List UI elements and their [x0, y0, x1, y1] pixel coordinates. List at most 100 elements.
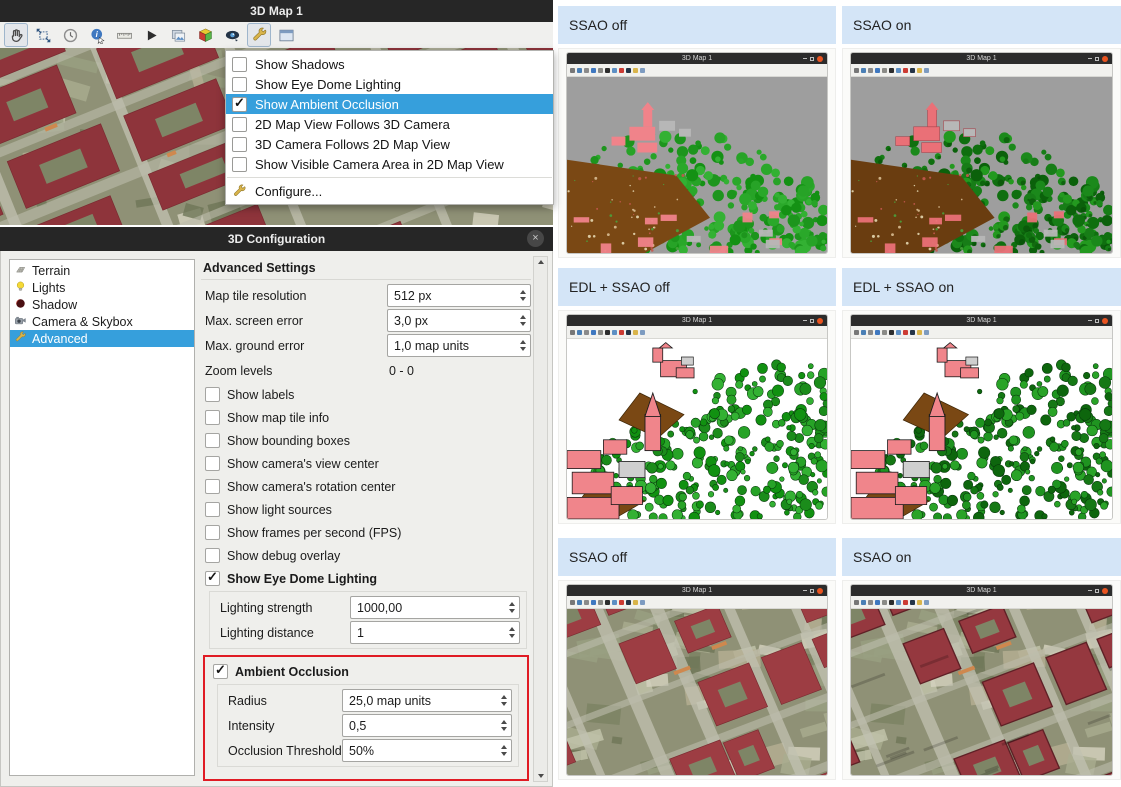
ao-field-0-spinbox[interactable]: 25,0 map units: [342, 689, 512, 712]
ao-field-1-label: Intensity: [228, 719, 342, 733]
save-image-icon[interactable]: [166, 23, 190, 47]
ambient-occlusion-check-checkbox[interactable]: [213, 664, 228, 679]
menu-item-configure[interactable]: Configure...: [226, 181, 553, 201]
spin-up-icon[interactable]: [520, 315, 526, 319]
spin-down-icon[interactable]: [509, 609, 515, 613]
option-check-2[interactable]: Show bounding boxes: [201, 429, 531, 452]
mini-3d-window: 3D Map 1: [566, 314, 828, 520]
close-icon[interactable]: ×: [527, 230, 544, 247]
dialog-titlebar[interactable]: 3D Configuration ×: [0, 227, 553, 251]
spin-arrows[interactable]: [504, 602, 519, 613]
pan-hand-icon[interactable]: [4, 23, 28, 47]
effects-eye-icon: [626, 68, 631, 73]
options-wrench-icon[interactable]: [247, 23, 271, 47]
sidebar-item-terrain[interactable]: Terrain: [10, 262, 194, 279]
field-0-spinbox[interactable]: 512 px: [387, 284, 531, 307]
eye-dome-lighting-check[interactable]: Show Eye Dome Lighting: [201, 567, 531, 590]
menu-item-label: 2D Map View Follows 3D Camera: [255, 117, 450, 132]
spin-down-icon[interactable]: [501, 702, 507, 706]
spin-down-icon[interactable]: [520, 347, 526, 351]
sidebar-item-advanced[interactable]: Advanced: [10, 330, 194, 347]
scroll-down-icon[interactable]: [538, 774, 544, 778]
option-check-1-checkbox[interactable]: [205, 410, 220, 425]
spin-up-icon[interactable]: [520, 290, 526, 294]
spin-up-icon[interactable]: [509, 602, 515, 606]
spin-up-icon[interactable]: [501, 695, 507, 699]
spin-down-icon[interactable]: [520, 322, 526, 326]
play-animation-icon[interactable]: [139, 23, 163, 47]
spin-arrows[interactable]: [504, 627, 519, 638]
sidebar-item-lights[interactable]: Lights: [10, 279, 194, 296]
dialog-scrollbar[interactable]: [533, 256, 548, 782]
spin-up-icon[interactable]: [520, 340, 526, 344]
export-3d-icon: [619, 330, 624, 335]
spin-arrows[interactable]: [515, 315, 530, 326]
sidebar-item-camera-skybox[interactable]: Camera & Skybox: [10, 313, 194, 330]
option-check-6-checkbox[interactable]: [205, 525, 220, 540]
edl-field-0-spinbox[interactable]: 1000,00: [350, 596, 520, 619]
option-check-4-label: Show camera's rotation center: [227, 480, 395, 494]
option-check-7[interactable]: Show debug overlay: [201, 544, 531, 567]
menu-item-checkbox[interactable]: [232, 157, 247, 172]
spin-arrows[interactable]: [515, 340, 530, 351]
spin-arrows[interactable]: [496, 695, 511, 706]
menu-item-checkbox[interactable]: [232, 77, 247, 92]
option-check-5-checkbox[interactable]: [205, 502, 220, 517]
menu-item[interactable]: Show Eye Dome Lighting: [226, 74, 553, 94]
menu-item-checkbox[interactable]: [232, 97, 247, 112]
3d-map-titlebar[interactable]: 3D Map 1: [0, 0, 553, 22]
menu-item-checkbox[interactable]: [232, 57, 247, 72]
sidebar-item-shadow[interactable]: Shadow: [10, 296, 194, 313]
spin-down-icon[interactable]: [501, 752, 507, 756]
menu-item[interactable]: Show Visible Camera Area in 2D Map View: [226, 154, 553, 174]
option-check-2-checkbox[interactable]: [205, 433, 220, 448]
panel-heading: Advanced Settings: [201, 255, 531, 280]
spin-up-icon[interactable]: [509, 627, 515, 631]
spin-down-icon[interactable]: [509, 634, 515, 638]
ao-field-1-spinbox[interactable]: 0,5: [342, 714, 512, 737]
camera-control-icon[interactable]: [31, 23, 55, 47]
option-check-0[interactable]: Show labels: [201, 383, 531, 406]
spin-arrows[interactable]: [496, 720, 511, 731]
option-check-0-checkbox[interactable]: [205, 387, 220, 402]
option-check-3[interactable]: Show camera's view center: [201, 452, 531, 475]
ao-field-2-spinbox[interactable]: 50%: [342, 739, 512, 762]
option-check-6[interactable]: Show frames per second (FPS): [201, 521, 531, 544]
menu-item[interactable]: 2D Map View Follows 3D Camera: [226, 114, 553, 134]
effects-eye-icon[interactable]: [220, 23, 244, 47]
ambient-occlusion-check[interactable]: Ambient Occlusion: [209, 660, 523, 683]
measure-icon[interactable]: [112, 23, 136, 47]
comparison-header-label: SSAO off: [569, 549, 627, 565]
spin-up-icon[interactable]: [501, 745, 507, 749]
eye-dome-lighting-check-checkbox[interactable]: [205, 571, 220, 586]
options-wrench-icon: [633, 330, 638, 335]
option-check-4-checkbox[interactable]: [205, 479, 220, 494]
menu-item-checkbox[interactable]: [232, 117, 247, 132]
spin-up-icon[interactable]: [501, 720, 507, 724]
identify-icon[interactable]: i: [85, 23, 109, 47]
spin-arrows[interactable]: [515, 290, 530, 301]
animation-clock-icon[interactable]: [58, 23, 82, 47]
option-check-4[interactable]: Show camera's rotation center: [201, 475, 531, 498]
spin-down-icon[interactable]: [501, 727, 507, 731]
menu-item[interactable]: 3D Camera Follows 2D Map View: [226, 134, 553, 154]
camera-control-icon: [861, 600, 866, 605]
menu-item-checkbox[interactable]: [232, 137, 247, 152]
field-1-spinbox[interactable]: 3,0 px: [387, 309, 531, 332]
option-check-3-checkbox[interactable]: [205, 456, 220, 471]
menu-item[interactable]: Show Ambient Occlusion: [226, 94, 553, 114]
close-icon: [817, 56, 823, 62]
scroll-up-icon[interactable]: [538, 260, 544, 264]
option-check-1[interactable]: Show map tile info: [201, 406, 531, 429]
edl-field-1-spinbox[interactable]: 1: [350, 621, 520, 644]
spin-arrows[interactable]: [496, 745, 511, 756]
dock-panel-icon: [924, 330, 929, 335]
option-check-7-checkbox[interactable]: [205, 548, 220, 563]
field-2-spinbox[interactable]: 1,0 map units: [387, 334, 531, 357]
menu-item[interactable]: Show Shadows: [226, 54, 553, 74]
dock-panel-icon[interactable]: [274, 23, 298, 47]
option-check-5[interactable]: Show light sources: [201, 498, 531, 521]
export-3d-icon[interactable]: [193, 23, 217, 47]
advanced-wrench-icon: [14, 331, 27, 347]
spin-down-icon[interactable]: [520, 297, 526, 301]
